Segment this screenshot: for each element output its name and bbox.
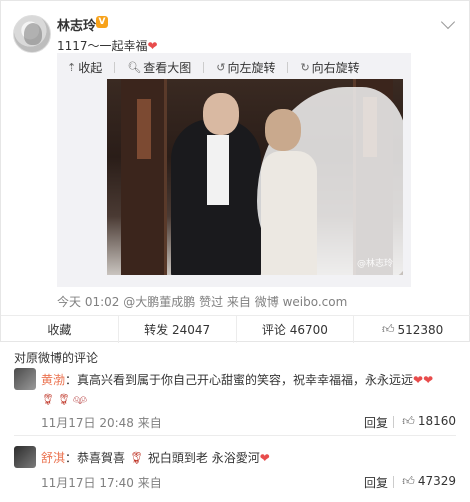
comment-body: 舒淇：恭喜賀喜 🌹︎ 祝白頭到老 永浴愛河❤ <box>41 449 451 467</box>
comment-emoji-row: 🌹︎🌹︎👫︎ <box>41 393 89 406</box>
rotate-left-icon: ↺ <box>216 60 226 74</box>
rotate-right-button[interactable]: ↻ 向右旋转 <box>300 59 359 76</box>
rose-icon: 🌹︎ <box>41 393 57 406</box>
reply-button[interactable]: 回复 <box>364 474 388 491</box>
commenter-avatar[interactable] <box>14 368 36 390</box>
comment-button[interactable]: 评论 46700 <box>237 316 355 343</box>
comments-section-title: 对原微博的评论 <box>14 351 99 365</box>
user-avatar[interactable] <box>13 15 51 53</box>
rose-icon: 🌹︎ <box>56 393 73 406</box>
heart-icon: ❤ <box>259 451 270 465</box>
rotate-left-button[interactable]: ↺ 向左旋转 <box>216 59 275 76</box>
post-username[interactable]: 林志玲 <box>57 15 96 34</box>
media-toolbar: ⇡ 收起 🔍︎ 查看大图 ↺ 向左旋转 ↻ 向右旋转 <box>67 58 372 76</box>
collapse-label: 收起 <box>78 60 103 75</box>
commenter-avatar[interactable] <box>14 446 36 468</box>
view-large-label: 查看大图 <box>143 60 192 75</box>
heart-icon: ❤ <box>147 39 158 53</box>
couple-icon: 👫︎ <box>72 393 89 406</box>
comment-text: ：真高兴看到属于你自己开心甜蜜的笑容，祝幸幸福福，永永远远 <box>65 373 414 387</box>
like-count: 512380 <box>397 322 444 337</box>
post-meta: 今天 01:02 @大鹏董成鹏 赞过 来自 微博 weibo.com <box>57 293 347 310</box>
photo-groom-head <box>203 93 239 135</box>
photo-watermark: @林志玲 <box>356 259 393 269</box>
toolbar-divider <box>203 61 205 73</box>
thumbs-up-icon: 👍︎ <box>402 474 415 488</box>
view-large-button[interactable]: 🔍︎ 查看大图 <box>127 59 191 76</box>
photo-dress <box>261 151 317 275</box>
collapse-up-icon: ⇡ <box>67 60 77 74</box>
comment-text: ：恭喜賀喜 <box>65 451 126 465</box>
via-user-link[interactable]: @大鹏董成鹏 <box>123 295 195 309</box>
like-button[interactable]: 👍︎ 512380 <box>354 316 470 343</box>
comment-time: 11月17日 20:48 来自 <box>41 416 162 430</box>
reply-button[interactable]: 回复 <box>364 414 388 431</box>
comment-body: 黄渤：真高兴看到属于你自己开心甜蜜的笑容，祝幸幸福福，永永远远❤❤ <box>41 371 451 389</box>
comment-time: 11月17日 17:40 来自 <box>41 476 162 490</box>
photo-shirt <box>207 135 229 205</box>
source-prefix: 来自 <box>226 295 251 309</box>
favorite-button[interactable]: 收藏 <box>1 316 119 343</box>
comment-item: 舒淇：恭喜賀喜 🌹︎ 祝白頭到老 永浴愛河❤ 11月17日 17:40 来自 回… <box>14 446 456 500</box>
collapse-button[interactable]: ⇡ 收起 <box>67 59 102 76</box>
post-text-content: 1117～一起幸福 <box>57 39 148 53</box>
verified-badge-icon: V <box>96 16 108 28</box>
chevron-down-icon[interactable] <box>440 14 456 30</box>
comment-divider <box>393 476 394 488</box>
toolbar-divider <box>114 61 116 73</box>
wedding-photo[interactable]: @林志玲 <box>107 79 403 275</box>
photo-sign-left <box>137 99 151 159</box>
post-time[interactable]: 今天 01:02 <box>57 295 119 309</box>
comment-like-button[interactable]: 👍︎ 47329 <box>402 474 456 489</box>
rotate-left-label: 向左旋转 <box>227 60 276 75</box>
toolbar-divider <box>287 61 289 73</box>
liked-label: 赞过 <box>199 295 224 309</box>
comment-like-button[interactable]: 👍︎ 18160 <box>402 414 456 429</box>
rose-icon: 🌹︎ <box>128 451 145 465</box>
comment-item: 黄渤：真高兴看到属于你自己开心甜蜜的笑容，祝幸幸福福，永永远远❤❤ 🌹︎🌹︎👫︎… <box>14 368 456 436</box>
rotate-right-icon: ↻ <box>300 60 310 74</box>
commenter-name[interactable]: 舒淇 <box>41 451 65 465</box>
thumbs-up-icon: 👍︎ <box>402 414 415 428</box>
magnifier-icon: 🔍︎ <box>127 60 142 74</box>
comment-like-count: 18160 <box>417 414 456 428</box>
thumbs-up-icon: 👍︎ <box>381 322 395 336</box>
comment-divider <box>393 416 394 428</box>
weibo-post-card: 林志玲 V 1117～一起幸福❤ ⇡ 收起 🔍︎ 查看大图 ↺ 向左旋转 ↻ 向 <box>0 0 470 343</box>
post-text: 1117～一起幸福❤ <box>57 37 158 54</box>
photo-bride-head <box>265 109 301 151</box>
post-action-bar: 收藏 转发 24047 评论 46700 👍︎ 512380 <box>1 315 470 343</box>
commenter-name[interactable]: 黄渤 <box>41 373 65 387</box>
media-expanded-panel: ⇡ 收起 🔍︎ 查看大图 ↺ 向左旋转 ↻ 向右旋转 @林志玲 <box>57 53 411 287</box>
comment-like-count: 47329 <box>417 474 456 488</box>
rotate-right-label: 向右旋转 <box>311 60 360 75</box>
source-link[interactable]: 微博 weibo.com <box>255 295 348 309</box>
comment-text-2: 祝白頭到老 永浴愛河 <box>147 451 260 465</box>
heart-icon: ❤❤ <box>413 373 434 387</box>
repost-button[interactable]: 转发 24047 <box>119 316 237 343</box>
